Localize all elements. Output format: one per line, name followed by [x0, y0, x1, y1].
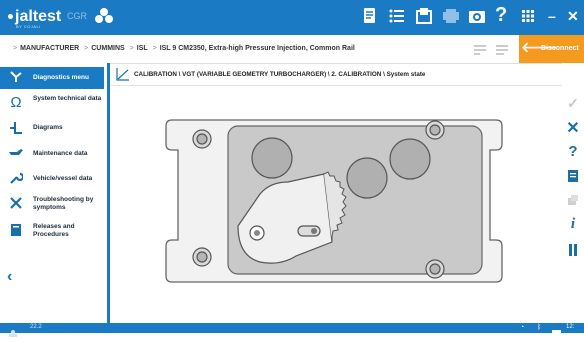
- link-icon[interactable]: [562, 193, 584, 211]
- wifi-icon: ◔: [520, 324, 525, 331]
- check-icon[interactable]: ✓: [562, 95, 584, 112]
- tools-icon: [8, 196, 24, 212]
- sidebar-item-releases-procedures[interactable]: Releases and Procedures: [0, 220, 104, 242]
- breadcrumb-item[interactable]: ISL: [137, 45, 148, 52]
- notes-icon[interactable]: [562, 169, 584, 187]
- list-icon[interactable]: [389, 7, 405, 30]
- pause-icon[interactable]: [562, 243, 584, 261]
- help-icon[interactable]: ?: [495, 4, 507, 27]
- disconnect-button[interactable]: 🡐 Disconnect: [519, 35, 584, 63]
- collapse-sidebar-button[interactable]: ‹: [7, 268, 12, 286]
- document-icon[interactable]: [363, 7, 377, 30]
- breadcrumb-item[interactable]: ISL 9 CM2350, Extra-high Pressure Inject…: [160, 45, 355, 52]
- content-header: CALIBRATION \ VGT (VARIABLE GEOMETRY TUR…: [110, 63, 562, 86]
- user-icon: [8, 324, 18, 342]
- breadcrumb-trail: > MANUFACTURER > CUMMINS > ISL > ISL 9 CM235…: [13, 45, 355, 52]
- sidebar-item-diagnostics-menu[interactable]: Diagnostics menu: [0, 67, 104, 89]
- sidebar: Diagnostics menu Ω System technical data…: [0, 63, 110, 323]
- battery-icon: [552, 324, 562, 342]
- oil-can-icon: [8, 146, 24, 162]
- printer-icon[interactable]: [442, 7, 460, 30]
- grid-icon[interactable]: [522, 9, 534, 27]
- breadcrumb-item[interactable]: MANUFACTURER: [20, 45, 79, 52]
- graph-icon: [116, 67, 130, 86]
- sidebar-item-vehicle-vessel-data[interactable]: Vehicle/vessel data: [0, 170, 104, 188]
- camera-icon[interactable]: [468, 7, 486, 30]
- truck-bus-icon[interactable]: [94, 7, 114, 30]
- sidebar-item-system-technical-data[interactable]: Ω System technical data: [0, 92, 104, 114]
- scan-icon[interactable]: [494, 42, 510, 63]
- ohm-icon: Ω: [10, 94, 22, 111]
- vgt-diagram: [110, 86, 562, 323]
- top-bar: jaltest BY COJALI CGR ? – ✕: [0, 0, 584, 35]
- wrench-icon: [8, 171, 25, 187]
- breadcrumb-item[interactable]: CUMMINS: [91, 45, 124, 52]
- close-window-button[interactable]: ✕: [567, 8, 579, 25]
- info-icon[interactable]: i: [562, 216, 584, 233]
- content-path: CALIBRATION \ VGT (VARIABLE GEOMETRY TUR…: [134, 71, 426, 78]
- sidebar-item-maintenance-data[interactable]: Maintenance data: [0, 145, 104, 163]
- right-toolbar: ✓ ✕ ? i: [562, 63, 584, 323]
- diagram-icon: [8, 120, 24, 136]
- breadcrumb: > MANUFACTURER > CUMMINS > ISL > ISL 9 CM235…: [0, 35, 584, 64]
- minimize-button[interactable]: –: [548, 8, 556, 24]
- bluetooth-icon: ᛒ: [537, 324, 542, 331]
- diagnostics-icon: [8, 70, 24, 86]
- clock: 12:: [566, 324, 575, 330]
- sidebar-item-diagrams[interactable]: Diagrams: [0, 119, 104, 137]
- close-icon[interactable]: ✕: [562, 118, 584, 138]
- inbox-icon[interactable]: [416, 7, 432, 30]
- logo-subtitle: BY COJALI: [16, 24, 41, 29]
- sidebar-item-troubleshooting[interactable]: Troubleshooting by symptoms: [0, 193, 104, 215]
- status-bar: 22.2 ◔ ᛒ 12:: [0, 323, 584, 337]
- help-icon[interactable]: ?: [562, 143, 584, 160]
- version-label: 22.2: [30, 324, 42, 330]
- book-icon: [8, 223, 24, 239]
- test-icon[interactable]: [472, 42, 488, 63]
- product-label: CGR: [67, 11, 87, 21]
